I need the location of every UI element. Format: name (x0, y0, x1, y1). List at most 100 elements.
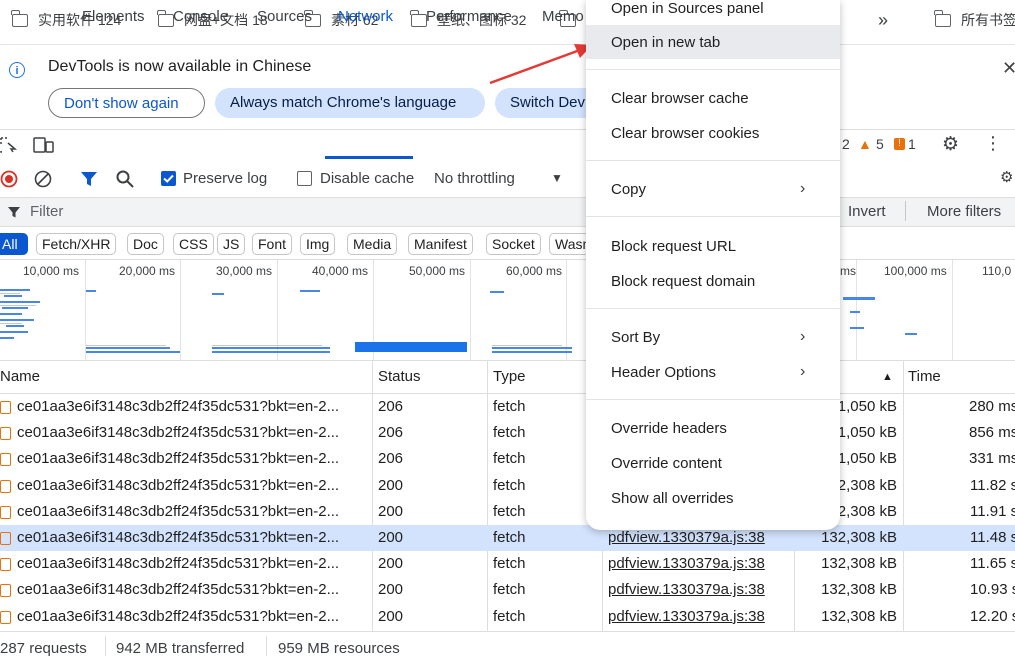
request-status: 200 (378, 581, 404, 599)
tab-network[interactable]: Network (338, 8, 393, 25)
column-status[interactable]: Status (378, 368, 421, 385)
request-size: 2,308 kB (837, 476, 897, 494)
tab-performance[interactable]: Performance (426, 8, 512, 25)
record-stop-icon[interactable] (0, 170, 18, 188)
request-type: fetch (493, 424, 526, 442)
request-name: ce01aa3e6if3148c3db2ff24f35dc531?bkt=en-… (17, 581, 340, 599)
tab-sources[interactable]: Sources (257, 8, 312, 25)
request-status: 206 (378, 450, 404, 468)
table-row[interactable]: ce01aa3e6if3148c3db2ff24f35dc531?bkt=en-… (0, 604, 1015, 630)
table-row[interactable]: ce01aa3e6if3148c3db2ff24f35dc531?bkt=en-… (0, 499, 1015, 525)
menu-block-request-domain[interactable]: Block request domain (611, 273, 755, 290)
request-file-icon (0, 401, 11, 414)
menu-clear-browser-cookies[interactable]: Clear browser cookies (611, 125, 759, 142)
resources-size: 959 MB resources (278, 640, 400, 657)
timeline-overview[interactable]: 10,000 ms 20,000 ms 30,000 ms 40,000 ms … (0, 260, 1015, 361)
throttling-select[interactable]: No throttling (434, 170, 515, 187)
timeline-tick: 50,000 ms (409, 264, 466, 278)
divider (905, 201, 906, 221)
table-row[interactable]: ce01aa3e6if3148c3db2ff24f35dc531?bkt=en-… (0, 577, 1015, 603)
disable-cache-checkbox[interactable] (297, 171, 312, 186)
search-icon[interactable] (115, 169, 135, 189)
filter-funnel-icon[interactable] (80, 170, 98, 188)
tab-console[interactable]: Console (173, 8, 228, 25)
chip-css[interactable]: CSS (173, 233, 214, 255)
request-name: ce01aa3e6if3148c3db2ff24f35dc531?bkt=en-… (17, 424, 340, 442)
always-match-language-button[interactable]: Always match Chrome's language (215, 88, 485, 118)
requests-table-body: ce01aa3e6if3148c3db2ff24f35dc531?bkt=en-… (0, 394, 1015, 630)
table-row[interactable]: ce01aa3e6if3148c3db2ff24f35dc531?bkt=en-… (0, 525, 1015, 551)
clear-log-icon[interactable] (34, 170, 52, 188)
request-initiator-link[interactable]: pdfview.1330379a.js:38 (608, 581, 765, 598)
error-icon[interactable]: ! (894, 138, 905, 150)
timeline-tick: 60,000 ms (506, 264, 563, 278)
request-size: 1,050 kB (837, 398, 897, 415)
column-name[interactable]: Name (0, 368, 40, 385)
request-initiator-link[interactable]: pdfview.1330379a.js:38 (608, 555, 765, 572)
settings-gear-icon[interactable]: ⚙ (942, 133, 959, 156)
more-filters-dropdown[interactable]: More filters (927, 203, 1001, 220)
menu-sort-by[interactable]: Sort By (611, 329, 660, 346)
request-type: fetch (493, 502, 526, 520)
tab-elements[interactable]: Elements (82, 8, 145, 25)
menu-open-in-new-tab[interactable]: Open in new tab (611, 34, 720, 51)
menu-copy[interactable]: Copy (611, 181, 646, 198)
request-name: ce01aa3e6if3148c3db2ff24f35dc531?bkt=en-… (17, 502, 340, 520)
close-icon[interactable]: ✕ (1002, 58, 1015, 79)
issues-count[interactable]: 2 (842, 136, 850, 152)
request-size: 1,050 kB (837, 424, 897, 442)
preserve-log-checkbox[interactable] (161, 171, 176, 186)
inspect-element-icon[interactable] (0, 137, 18, 153)
menu-override-headers[interactable]: Override headers (611, 420, 727, 437)
filter-input[interactable]: Filter (30, 203, 63, 220)
chip-img[interactable]: Img (300, 233, 336, 255)
chevron-down-icon[interactable]: ▼ (551, 171, 563, 185)
chip-js[interactable]: JS (217, 233, 246, 255)
warning-icon[interactable]: ▲ (858, 136, 872, 152)
column-type[interactable]: Type (493, 368, 526, 385)
chevron-right-icon: › (800, 328, 806, 345)
table-row[interactable]: ce01aa3e6if3148c3db2ff24f35dc531?bkt=en-… (0, 473, 1015, 499)
chip-manifest[interactable]: Manifest (408, 233, 473, 255)
request-initiator-link[interactable]: pdfview.1330379a.js:38 (608, 608, 765, 625)
menu-override-content[interactable]: Override content (611, 455, 722, 472)
requests-table-header: Name Status Type ▲ Time (0, 361, 1015, 394)
request-size: 132,308 kB (821, 529, 897, 546)
device-toolbar-icon[interactable] (33, 137, 55, 153)
sort-ascending-icon[interactable]: ▲ (882, 371, 893, 383)
menu-clear-browser-cache[interactable]: Clear browser cache (611, 90, 749, 107)
dont-show-again-button[interactable]: Don't show again (48, 88, 205, 118)
menu-header-options[interactable]: Header Options (611, 364, 716, 381)
table-row[interactable]: ce01aa3e6if3148c3db2ff24f35dc531?bkt=en-… (0, 420, 1015, 446)
chip-wasm[interactable]: Wasm (549, 233, 589, 255)
bookmarks-overflow-button[interactable]: » (878, 9, 888, 31)
timeline-tick: 20,000 ms (119, 264, 176, 278)
menu-open-in-sources-panel[interactable]: Open in Sources panel (611, 0, 764, 17)
table-row[interactable]: ce01aa3e6if3148c3db2ff24f35dc531?bkt=en-… (0, 446, 1015, 472)
chip-fetch-xhr[interactable]: Fetch/XHR (36, 233, 117, 255)
request-initiator-link[interactable]: pdfview.1330379a.js:38 (608, 529, 765, 546)
more-options-icon[interactable]: ⋮ (984, 133, 1002, 154)
infobar-message: DevTools is now available in Chinese (48, 58, 312, 75)
request-name: ce01aa3e6if3148c3db2ff24f35dc531?bkt=en-… (17, 529, 340, 546)
chip-all[interactable]: All (0, 233, 28, 255)
menu-show-all-overrides[interactable]: Show all overrides (611, 490, 734, 507)
request-time: 11.82 s (970, 476, 1015, 494)
chip-doc[interactable]: Doc (127, 233, 164, 255)
chip-font[interactable]: Font (252, 233, 293, 255)
column-time[interactable]: Time (908, 368, 941, 385)
info-icon: i (9, 62, 25, 78)
request-file-icon (0, 610, 11, 624)
chevron-right-icon: › (800, 180, 806, 197)
table-row[interactable]: ce01aa3e6if3148c3db2ff24f35dc531?bkt=en-… (0, 394, 1015, 420)
network-settings-icon[interactable]: ⚙ (1000, 168, 1013, 186)
request-status: 200 (378, 529, 404, 546)
bookmark-folder-all[interactable]: 所有书签 (934, 9, 1015, 31)
tab-memory[interactable]: Memo (542, 8, 584, 25)
chip-socket[interactable]: Socket (486, 233, 541, 255)
chip-media[interactable]: Media (347, 233, 398, 255)
menu-block-request-url[interactable]: Block request URL (611, 238, 736, 255)
request-time: 331 ms (969, 450, 1015, 468)
request-name: ce01aa3e6if3148c3db2ff24f35dc531?bkt=en-… (17, 450, 340, 468)
table-row[interactable]: ce01aa3e6if3148c3db2ff24f35dc531?bkt=en-… (0, 551, 1015, 577)
